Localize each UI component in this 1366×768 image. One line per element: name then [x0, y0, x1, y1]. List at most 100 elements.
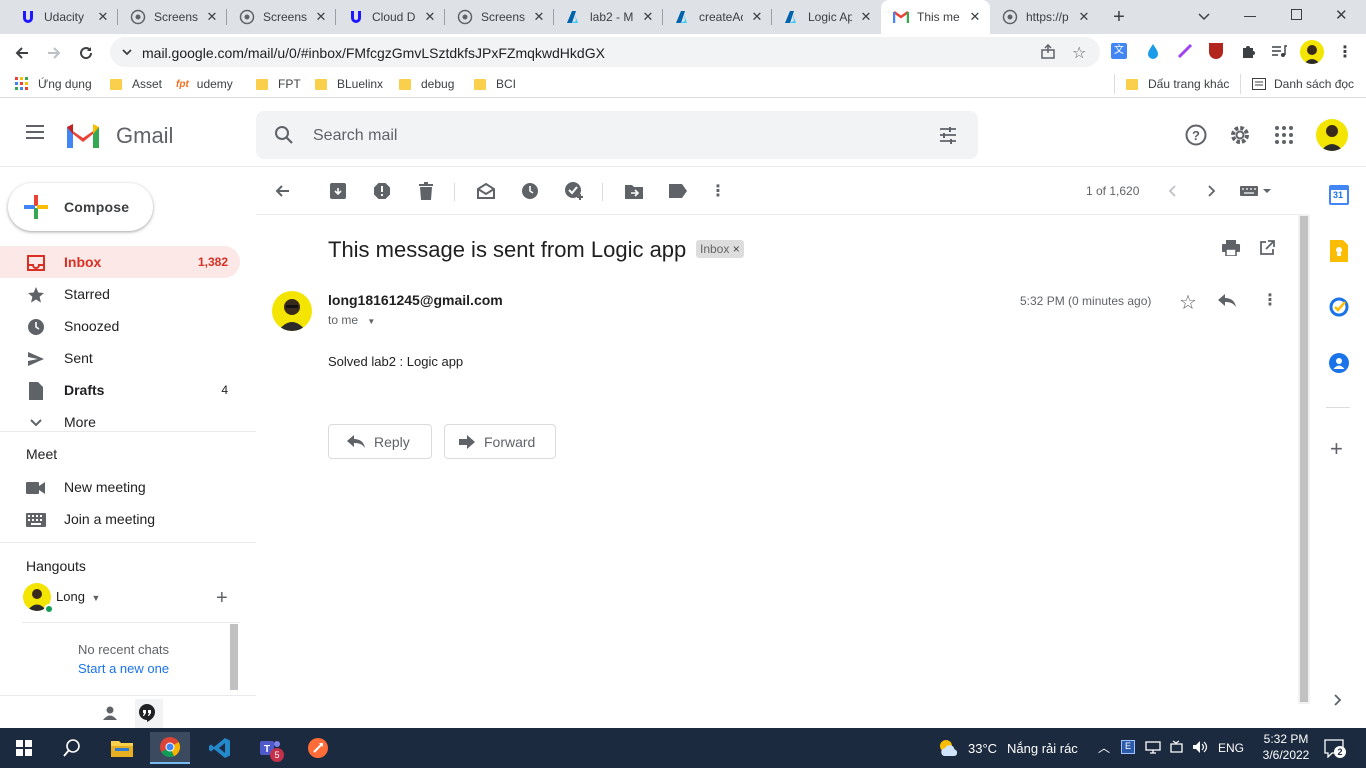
search-input[interactable]: Search mail	[313, 127, 397, 145]
show-hidden-icons-chevron[interactable]: ︿	[1098, 739, 1110, 756]
media-control-icon[interactable]	[1271, 43, 1287, 59]
dropdown-arrow-icon[interactable]: ▼	[92, 593, 101, 603]
calendar-icon[interactable]: 31	[1329, 185, 1349, 205]
bookmark-udemy[interactable]: fpt udemy	[176, 76, 233, 92]
main-menu-icon[interactable]	[24, 123, 46, 141]
file-explorer-icon[interactable]	[102, 732, 142, 764]
settings-gear-icon[interactable]	[1229, 124, 1251, 146]
close-icon[interactable]: ✕	[96, 10, 110, 24]
extensions-puzzle-icon[interactable]	[1240, 43, 1256, 59]
browser-tab[interactable]: Cloud D ✕	[336, 0, 445, 34]
teams-icon[interactable]: T 5	[250, 732, 290, 764]
new-tab-button[interactable]: +	[1108, 6, 1130, 28]
weather-desc[interactable]: Nắng rải rác	[1007, 741, 1078, 756]
message-more-icon[interactable]: ⋮	[1262, 290, 1278, 310]
add-task-icon[interactable]	[564, 181, 584, 201]
close-icon[interactable]: ✕	[1077, 10, 1091, 24]
tune-icon[interactable]	[120, 45, 134, 59]
message-scrollbar-track[interactable]	[1298, 214, 1310, 704]
bookmark-folder[interactable]: BLuelinx	[315, 76, 383, 92]
vscode-icon[interactable]	[200, 732, 240, 764]
get-addons-plus-icon[interactable]: +	[1330, 438, 1343, 460]
windows-start-icon[interactable]	[4, 732, 44, 764]
clock[interactable]: 5:32 PM 3/6/2022	[1258, 732, 1314, 762]
nav-snoozed[interactable]: Snoozed	[0, 310, 240, 342]
report-spam-icon[interactable]	[372, 181, 392, 201]
nav-starred[interactable]: Starred	[0, 278, 240, 310]
ime-icon[interactable]: E	[1121, 740, 1135, 754]
move-to-icon[interactable]	[624, 181, 644, 201]
browser-tab[interactable]: https://p ✕	[990, 0, 1099, 34]
message-scrollbar-thumb[interactable]	[1300, 216, 1308, 702]
search-icon[interactable]	[274, 125, 294, 145]
nav-drafts[interactable]: Drafts 4	[0, 374, 240, 406]
battery-icon[interactable]	[1169, 740, 1185, 754]
network-icon[interactable]	[1145, 740, 1161, 754]
browser-tab[interactable]: Logic Ap ✕	[772, 0, 881, 34]
bookmark-folder[interactable]: BCI	[474, 76, 516, 92]
keep-icon[interactable]	[1330, 240, 1348, 262]
mark-unread-icon[interactable]	[476, 181, 496, 201]
search-options-icon[interactable]	[938, 125, 958, 145]
hangouts-scrollbar[interactable]	[230, 624, 238, 690]
taskbar-search-icon[interactable]	[52, 732, 92, 764]
forward-button[interactable]: Forward	[444, 424, 556, 459]
add-hangout-button[interactable]: +	[216, 587, 228, 610]
close-icon[interactable]: ✕	[859, 10, 873, 24]
snooze-clock-icon[interactable]	[520, 181, 540, 201]
gmail-logo-icon[interactable]	[64, 121, 102, 149]
delete-icon[interactable]	[416, 181, 436, 201]
address-bar[interactable]: mail.google.com/mail/u/0/#inbox/FMfcgzGm…	[110, 37, 1100, 67]
browser-tab[interactable]: Udacity ✕	[8, 0, 118, 34]
close-icon[interactable]: ✕	[641, 10, 655, 24]
close-icon[interactable]: ✕	[532, 10, 546, 24]
print-icon[interactable]	[1222, 240, 1240, 256]
pen-extension-icon[interactable]	[1177, 43, 1193, 59]
open-new-window-icon[interactable]	[1259, 240, 1275, 256]
forward-button[interactable]	[41, 40, 67, 66]
apps-bookmark[interactable]: Ứng dụng	[15, 76, 92, 92]
newer-chevron-icon[interactable]	[1162, 181, 1182, 201]
nav-more[interactable]: More	[0, 406, 240, 438]
volume-icon[interactable]	[1192, 740, 1208, 754]
remove-label-icon[interactable]: ×	[733, 242, 740, 256]
reload-button[interactable]	[73, 40, 99, 66]
reading-list[interactable]: Danh sách đọc	[1252, 76, 1354, 92]
raindrop-extension-icon[interactable]	[1146, 43, 1160, 59]
url-text[interactable]: mail.google.com/mail/u/0/#inbox/FMfcgzGm…	[142, 45, 605, 61]
notification-center-icon[interactable]: 2	[1324, 738, 1346, 758]
star-message-icon[interactable]: ☆	[1179, 290, 1197, 315]
language-indicator[interactable]: ENG	[1218, 741, 1244, 755]
close-icon[interactable]: ✕	[314, 10, 328, 24]
back-to-inbox-icon[interactable]	[272, 181, 292, 201]
search-box[interactable]: Search mail	[256, 111, 978, 159]
weather-temp[interactable]: 33°C	[968, 741, 997, 756]
profile-avatar[interactable]	[1300, 40, 1324, 64]
account-avatar[interactable]	[1316, 119, 1348, 151]
back-button[interactable]	[9, 40, 35, 66]
restore-button[interactable]	[1291, 9, 1302, 20]
compose-button[interactable]: Compose	[8, 183, 153, 231]
weather-icon[interactable]	[938, 738, 960, 758]
browser-menu-icon[interactable]: ⋮	[1337, 42, 1353, 62]
hangouts-user[interactable]: Long ▼	[56, 589, 100, 604]
tasks-icon[interactable]	[1329, 297, 1349, 317]
bookmark-folder[interactable]: Asset	[110, 76, 162, 92]
browser-tab[interactable]: createAc ✕	[663, 0, 772, 34]
bookmark-folder[interactable]: FPT	[256, 76, 301, 92]
nav-sent[interactable]: Sent	[0, 342, 240, 374]
recipient-details[interactable]: to me ▼	[328, 313, 375, 327]
show-details-icon[interactable]: ▼	[367, 317, 375, 326]
google-apps-icon[interactable]	[1275, 126, 1293, 144]
close-icon[interactable]: ✕	[968, 10, 982, 24]
start-new-chat-link[interactable]: Start a new one	[78, 661, 169, 676]
browser-tab[interactable]: Screensh ✕	[118, 0, 227, 34]
inbox-label-chip[interactable]: Inbox ×	[696, 240, 744, 258]
shield-extension-icon[interactable]	[1209, 43, 1223, 59]
minimize-button[interactable]	[1244, 16, 1256, 17]
label-icon[interactable]	[668, 181, 688, 201]
sender-email[interactable]: long18161245@gmail.com	[328, 292, 503, 308]
more-actions-icon[interactable]: ⋮	[708, 181, 728, 201]
help-icon[interactable]: ?	[1185, 124, 1207, 146]
close-icon[interactable]: ✕	[423, 10, 437, 24]
